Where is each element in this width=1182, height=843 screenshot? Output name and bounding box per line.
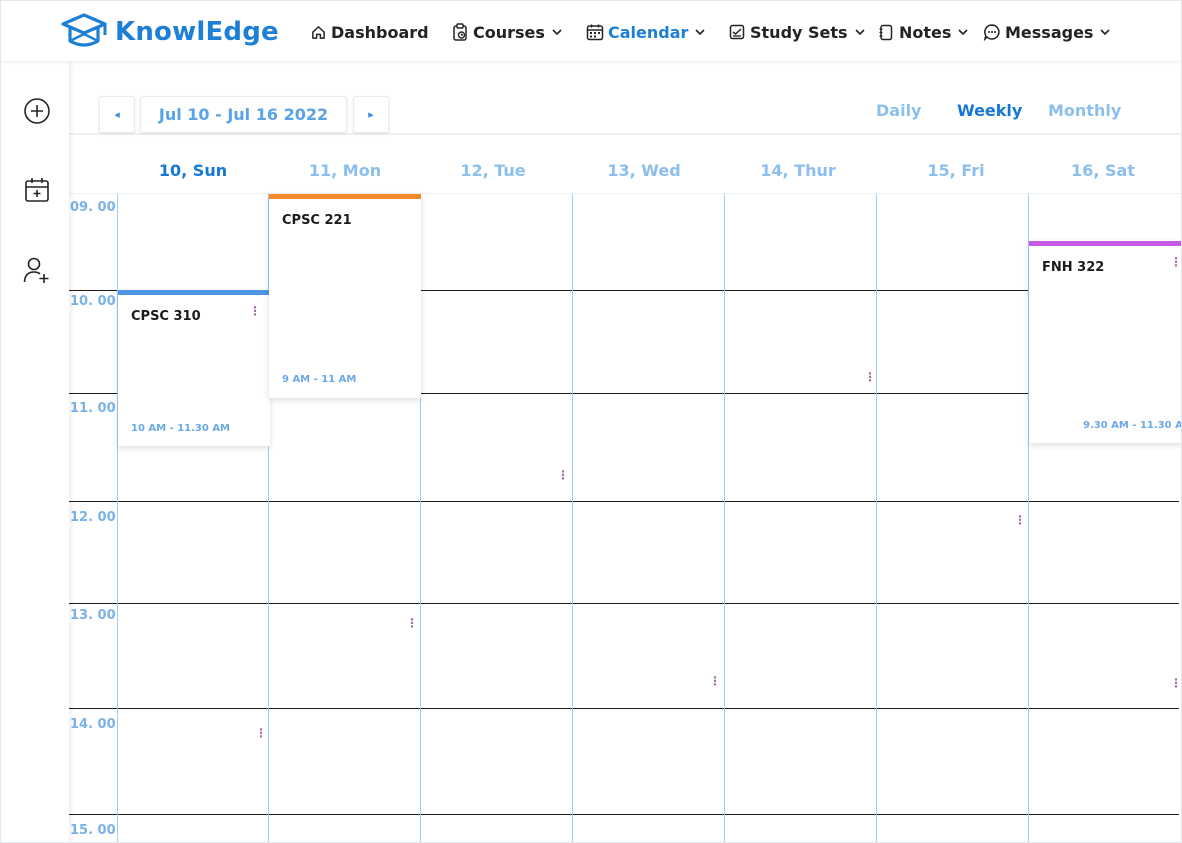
day-header-mon[interactable]: 11, Mon <box>269 161 421 180</box>
clipboard-icon <box>451 23 469 41</box>
day-separator <box>572 194 573 842</box>
study-set-icon <box>728 23 746 41</box>
caret-left-icon: ◂ <box>114 108 120 121</box>
tab-weekly[interactable]: Weekly <box>957 101 1022 120</box>
prev-week-button[interactable]: ◂ <box>99 96 135 133</box>
date-range-display[interactable]: Jul 10 - Jul 16 2022 <box>140 96 347 133</box>
event-title: CPSC 310 <box>131 309 201 324</box>
hour-line <box>69 708 1179 709</box>
calendar-toolbar: ◂ Jul 10 - Jul 16 2022 ▸ Daily Weekly Mo… <box>69 61 1181 135</box>
tab-daily[interactable]: Daily <box>876 101 921 120</box>
nav-study-sets-label: Study Sets <box>750 22 848 42</box>
event-color-bar <box>1029 241 1181 246</box>
nav-courses-label: Courses <box>473 22 545 42</box>
time-label: 10. 00 <box>70 294 116 309</box>
calendar-grid-icon <box>586 23 604 41</box>
time-label: 15. 00 <box>70 823 116 838</box>
event-title: CPSC 221 <box>282 213 352 228</box>
time-label: 11. 00 <box>70 401 116 416</box>
hour-line <box>69 603 1179 604</box>
slot-menu-button[interactable]: ⋮ <box>255 726 267 740</box>
event-time: 9.30 AM - 11.30 AM <box>1083 420 1182 431</box>
day-separator <box>876 194 877 842</box>
app-frame: KnowlEdge Dashboard Courses Calendar Stu… <box>0 0 1182 843</box>
slot-menu-button[interactable]: ⋮ <box>1014 513 1026 527</box>
day-header-sat[interactable]: 16, Sat <box>1027 161 1179 180</box>
app-logo[interactable]: KnowlEdge <box>59 10 279 54</box>
nav-calendar[interactable]: Calendar <box>586 19 706 45</box>
time-label: 13. 00 <box>70 608 116 623</box>
event-menu-button[interactable]: ⋮ <box>249 304 261 318</box>
event-menu-button[interactable]: ⋮ <box>1170 255 1181 269</box>
week-grid: 09. 00 10. 00 11. 00 12. 00 13. 00 14. 0… <box>69 194 1182 842</box>
event-title: FNH 322 <box>1042 260 1105 275</box>
nav-messages[interactable]: Messages <box>983 19 1111 45</box>
event-card-fnh-322[interactable]: FNH 322 ⋮ 9.30 AM - 11.30 AM <box>1029 241 1182 443</box>
day-header-wed[interactable]: 13, Wed <box>568 161 720 180</box>
nav-dashboard[interactable]: Dashboard <box>309 19 429 45</box>
add-user-button[interactable] <box>21 254 53 286</box>
hour-line <box>69 501 1179 502</box>
day-separator <box>724 194 725 842</box>
slot-menu-button[interactable]: ⋮ <box>557 468 569 482</box>
left-sidebar <box>1 61 69 842</box>
slot-menu-button[interactable]: ⋮ <box>709 674 721 688</box>
nav-notes-label: Notes <box>899 22 952 42</box>
calendar-add-icon <box>25 178 49 202</box>
add-calendar-button[interactable] <box>21 174 53 206</box>
day-header-thu[interactable]: 14, Thur <box>722 161 874 180</box>
week-day-header: 10, Sun 11, Mon 12, Tue 13, Wed 14, Thur… <box>69 137 1181 194</box>
event-time: 10 AM - 11.30 AM <box>131 423 231 434</box>
nav-courses[interactable]: Courses <box>451 19 563 45</box>
event-color-bar <box>118 290 270 295</box>
chevron-down-icon <box>958 29 968 36</box>
add-user-icon <box>23 257 49 283</box>
home-icon <box>309 23 327 41</box>
day-header-sun[interactable]: 10, Sun <box>117 161 269 180</box>
date-range-label: Jul 10 - Jul 16 2022 <box>158 105 329 124</box>
event-time: 9 AM - 11 AM <box>282 374 357 385</box>
plus-circle-icon <box>24 98 50 124</box>
hour-line <box>69 814 1179 815</box>
tab-monthly[interactable]: Monthly <box>1048 101 1121 120</box>
nav-messages-label: Messages <box>1005 22 1094 42</box>
chevron-down-icon <box>854 29 865 36</box>
graduation-cap-icon <box>61 13 107 47</box>
event-card-cpsc-221[interactable]: CPSC 221 9 AM - 11 AM <box>269 194 421 398</box>
chevron-down-icon <box>552 29 562 36</box>
top-navbar: KnowlEdge Dashboard Courses Calendar Stu… <box>1 1 1181 61</box>
nav-study-sets[interactable]: Study Sets <box>728 19 866 45</box>
slot-menu-button[interactable]: ⋮ <box>1170 676 1181 690</box>
slot-menu-button[interactable]: ⋮ <box>406 616 418 630</box>
chevron-down-icon <box>695 29 705 36</box>
time-label: 09. 00 <box>70 200 116 215</box>
slot-menu-button[interactable]: ⋮ <box>864 370 876 384</box>
next-week-button[interactable]: ▸ <box>353 96 389 133</box>
time-label: 12. 00 <box>70 510 116 525</box>
add-event-button[interactable] <box>21 95 53 127</box>
chevron-down-icon <box>1100 29 1111 36</box>
nav-dashboard-label: Dashboard <box>331 22 429 42</box>
app-name: KnowlEdge <box>115 17 279 47</box>
day-header-tue[interactable]: 12, Tue <box>417 161 569 180</box>
caret-right-icon: ▸ <box>368 108 374 121</box>
event-card-cpsc-310[interactable]: CPSC 310 ⋮ 10 AM - 11.30 AM <box>118 290 270 446</box>
event-color-bar <box>269 194 421 199</box>
notebook-icon <box>877 23 895 41</box>
nav-notes[interactable]: Notes <box>877 19 969 45</box>
time-label: 14. 00 <box>70 717 116 732</box>
nav-calendar-label: Calendar <box>608 22 689 42</box>
day-header-fri[interactable]: 15, Fri <box>880 161 1032 180</box>
chat-bubble-icon <box>983 23 1001 41</box>
